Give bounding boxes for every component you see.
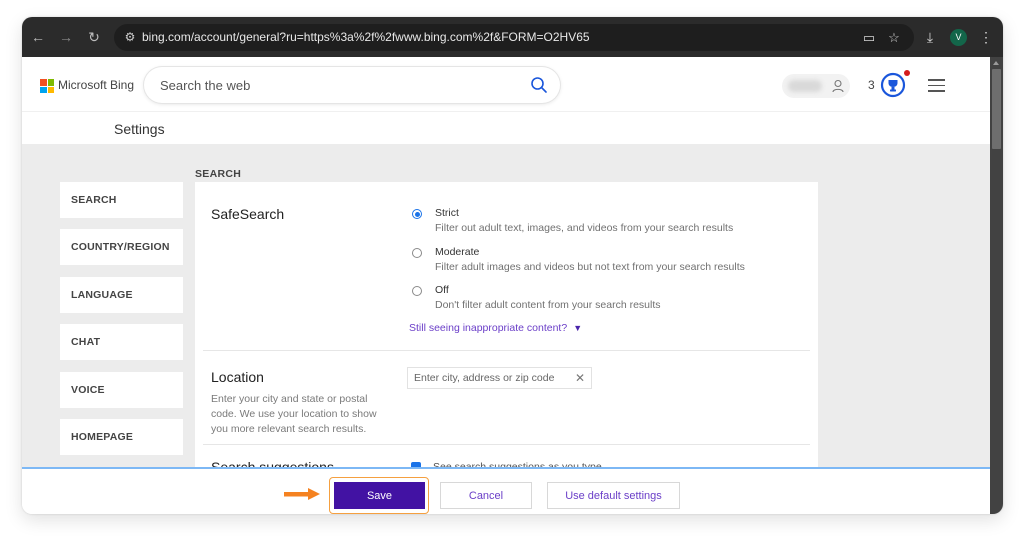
section-heading: SEARCH	[195, 168, 242, 180]
download-icon[interactable]: ⤓	[920, 27, 940, 47]
search-box	[144, 67, 560, 103]
sidebar-item-label: COUNTRY/REGION	[71, 241, 170, 253]
sidebar-item-label: VOICE	[71, 384, 105, 396]
user-name-redacted	[788, 80, 822, 92]
hamburger-menu-icon[interactable]	[928, 79, 945, 92]
location-title: Location	[211, 369, 264, 385]
search-suggestions-title: Search suggestions	[211, 459, 334, 467]
rewards-trophy-icon[interactable]	[880, 72, 906, 98]
option-label-strict[interactable]: Strict	[435, 207, 459, 219]
sidebar-item-homepage[interactable]: HOMEPAGE	[60, 419, 183, 455]
bookmark-star-icon[interactable]: ☆	[885, 29, 903, 47]
notification-dot	[904, 70, 910, 76]
settings-panel: SafeSearch Strict Filter out adult text,…	[195, 182, 818, 467]
radio-strict[interactable]	[412, 209, 422, 219]
more-menu-icon[interactable]: ⋮	[976, 27, 996, 47]
save-button[interactable]: Save	[334, 482, 425, 509]
sidebar-item-label: SEARCH	[71, 194, 117, 206]
settings-bar: Settings	[22, 111, 990, 144]
browser-window: ← → ↻ ⚙ bing.com/account/general?ru=http…	[22, 17, 1003, 514]
sidebar-item-language[interactable]: LANGUAGE	[60, 277, 183, 313]
location-description: Enter your city and state or postal code…	[211, 393, 377, 435]
clear-icon[interactable]: ✕	[575, 371, 585, 385]
search-icon[interactable]	[530, 76, 548, 94]
url-text[interactable]: bing.com/account/general?ru=https%3a%2f%…	[142, 30, 590, 44]
scroll-up-icon[interactable]	[993, 61, 999, 65]
microsoft-logo-icon[interactable]	[40, 79, 54, 93]
rewards-count: 3	[868, 78, 875, 92]
location-field: ✕	[407, 367, 592, 389]
arrow-right-icon	[284, 488, 320, 500]
safesearch-title: SafeSearch	[211, 206, 285, 222]
divider	[203, 444, 810, 445]
brand-name[interactable]: Microsoft Bing	[58, 78, 134, 92]
option-label-off[interactable]: Off	[435, 284, 449, 296]
forward-icon[interactable]: →	[56, 27, 76, 47]
cast-icon[interactable]: ▭	[860, 29, 878, 47]
option-desc-off: Don't filter adult content from your sea…	[435, 299, 661, 311]
inappropriate-content-link[interactable]: Still seeing inappropriate content? ▼	[409, 322, 582, 334]
account-button[interactable]	[782, 74, 850, 98]
settings-content: SEARCH SEARCH COUNTRY/REGION LANGUAGE CH…	[22, 144, 990, 467]
sidebar-item-voice[interactable]: VOICE	[60, 372, 183, 408]
divider	[203, 350, 810, 351]
radio-moderate[interactable]	[412, 248, 422, 258]
radio-off[interactable]	[412, 286, 422, 296]
use-default-settings-button[interactable]: Use default settings	[547, 482, 680, 509]
user-icon	[832, 79, 844, 93]
link-text[interactable]: Still seeing inappropriate content?	[409, 322, 567, 334]
back-icon[interactable]: ←	[28, 27, 48, 47]
bing-header: Microsoft Bing 3	[22, 57, 990, 111]
scroll-thumb[interactable]	[992, 69, 1001, 149]
cancel-button[interactable]: Cancel	[440, 482, 532, 509]
sidebar-item-country-region[interactable]: COUNTRY/REGION	[60, 229, 183, 265]
scrollbar[interactable]	[990, 57, 1003, 514]
address-bar[interactable]: ⚙ bing.com/account/general?ru=https%3a%2…	[114, 24, 914, 51]
reload-icon[interactable]: ↻	[84, 27, 104, 47]
page-title: Settings	[114, 121, 165, 137]
sidebar-item-label: HOMEPAGE	[71, 431, 134, 443]
sidebar-item-chat[interactable]: CHAT	[60, 324, 183, 360]
option-label-moderate[interactable]: Moderate	[435, 246, 479, 258]
site-info-icon[interactable]: ⚙	[122, 29, 138, 45]
option-desc-strict: Filter out adult text, images, and video…	[435, 222, 734, 234]
sidebar-item-search[interactable]: SEARCH	[60, 182, 183, 218]
chevron-down-icon[interactable]: ▼	[573, 323, 582, 333]
search-input[interactable]	[160, 67, 500, 103]
browser-toolbar: ← → ↻ ⚙ bing.com/account/general?ru=http…	[22, 17, 1003, 57]
settings-footer: Save Cancel Use default settings	[22, 467, 990, 514]
profile-avatar[interactable]: V	[950, 29, 967, 46]
location-input[interactable]	[414, 368, 564, 388]
sidebar-item-label: CHAT	[71, 336, 101, 348]
option-desc-moderate: Filter adult images and videos but not t…	[435, 261, 745, 273]
sidebar-item-label: LANGUAGE	[71, 289, 133, 301]
